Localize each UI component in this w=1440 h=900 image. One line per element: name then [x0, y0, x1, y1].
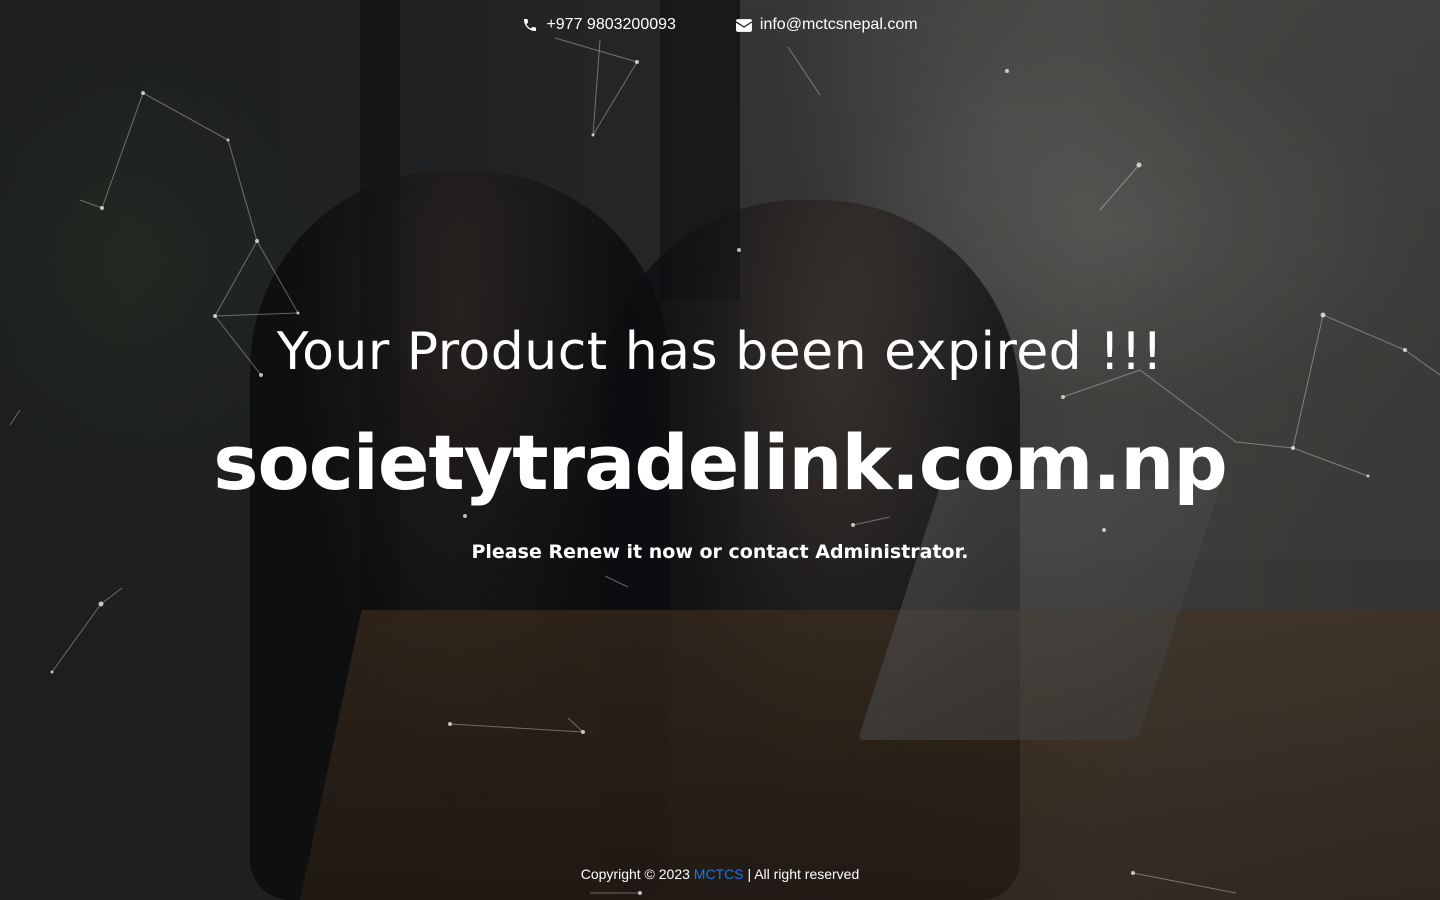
- domain-name: societytradelink.com.np: [213, 418, 1227, 507]
- renew-notice: Please Renew it now or contact Administr…: [471, 541, 969, 563]
- expired-headline: Your Product has been expired !!!: [276, 322, 1164, 382]
- email-link[interactable]: info@mctcsnepal.com: [735, 16, 918, 34]
- phone-link[interactable]: +977 9803200093: [522, 16, 676, 34]
- phone-icon: [522, 17, 538, 33]
- brand-link[interactable]: MCTCS: [694, 866, 744, 882]
- phone-number: +977 9803200093: [546, 16, 676, 33]
- expired-page: +977 9803200093 info@mctcsnepal.com Your…: [0, 0, 1440, 900]
- copyright-suffix: | All right reserved: [743, 866, 860, 882]
- contact-bar: +977 9803200093 info@mctcsnepal.com: [0, 16, 1440, 34]
- envelope-icon: [735, 18, 752, 32]
- copyright-prefix: Copyright © 2023: [580, 866, 694, 882]
- email-address: info@mctcsnepal.com: [759, 16, 918, 33]
- footer-copyright: Copyright © 2023 MCTCS | All right reser…: [0, 866, 1440, 882]
